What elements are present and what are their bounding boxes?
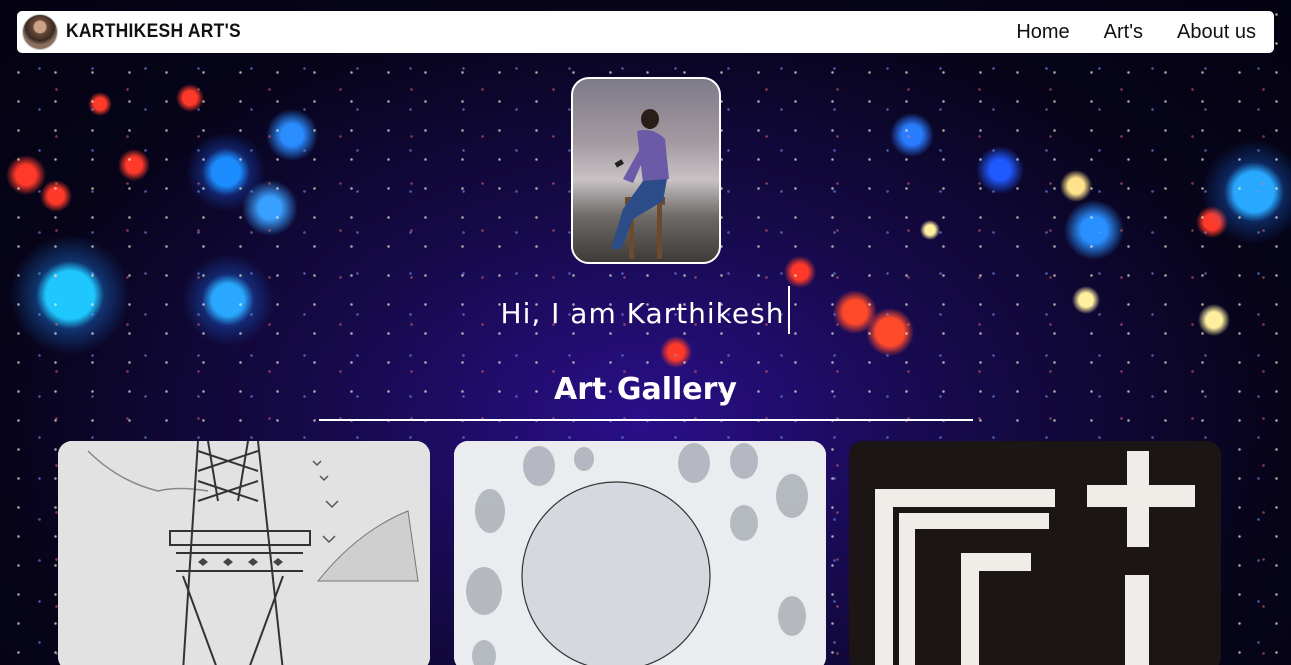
person-figure	[611, 109, 669, 259]
nav-link-about-us[interactable]: About us	[1177, 21, 1256, 44]
typing-caret	[788, 286, 791, 334]
nav-links: Home Art's About us	[1016, 21, 1256, 44]
greeting-text: Hi, I am Karthikesh	[500, 297, 785, 330]
nav-link-arts[interactable]: Art's	[1104, 21, 1143, 44]
eiffel-tower-sketch-image	[58, 441, 430, 665]
gallery-divider	[319, 419, 973, 421]
profile-photo	[571, 77, 721, 264]
nav-link-home[interactable]: Home	[1016, 21, 1069, 44]
brand-name: KARTHIKESH ART'S	[66, 21, 241, 42]
circle-fingerprint-image	[454, 441, 826, 665]
gallery-item-bw-geometric-painting[interactable]	[849, 441, 1221, 665]
greeting-line: Hi, I am Karthikesh	[0, 286, 1291, 334]
gallery-item-circle-fingerprint-art[interactable]	[454, 441, 826, 665]
navbar: KARTHIKESH ART'S Home Art's About us	[17, 11, 1274, 53]
brand-avatar	[22, 14, 58, 50]
gallery-title: Art Gallery	[554, 372, 737, 407]
bw-geometric-image	[849, 441, 1221, 665]
brand[interactable]: KARTHIKESH ART'S	[22, 14, 256, 50]
gallery-item-eiffel-tower-sketch[interactable]	[58, 441, 430, 665]
